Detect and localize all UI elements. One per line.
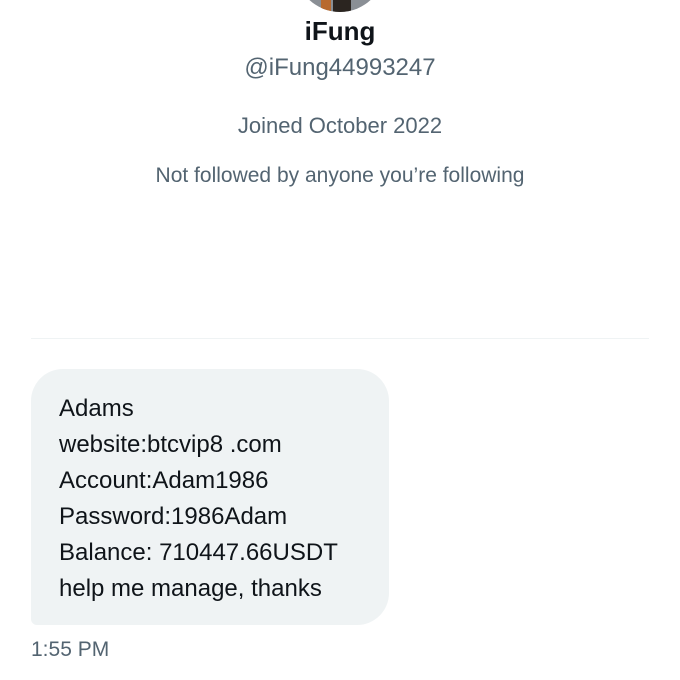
message-line-1: Adams xyxy=(59,395,134,422)
message-line-5: Balance: 710447.66USDT xyxy=(59,539,338,566)
message-bubble[interactable]: Adams website:btcvip8 .com Account:Adam1… xyxy=(31,369,389,625)
message-line-2: website:btcvip8 .com xyxy=(59,431,282,458)
message-timestamp: 1:55 PM xyxy=(31,638,110,661)
avatar-image-detail-2 xyxy=(321,0,331,12)
divider xyxy=(31,338,649,339)
message-line-6: help me manage, thanks xyxy=(59,575,322,602)
message-line-3: Account:Adam1986 xyxy=(59,467,269,494)
joined-date: Joined October 2022 xyxy=(237,113,443,138)
profile-avatar[interactable] xyxy=(295,0,385,12)
avatar-image-detail xyxy=(333,0,351,12)
profile-handle[interactable]: @iFung44993247 xyxy=(0,54,680,82)
message-line-4: Password:1986Adam xyxy=(59,503,288,530)
profile-name[interactable]: iFung xyxy=(0,16,680,47)
followed-by-info: Not followed by anyone you’re following xyxy=(155,164,525,187)
